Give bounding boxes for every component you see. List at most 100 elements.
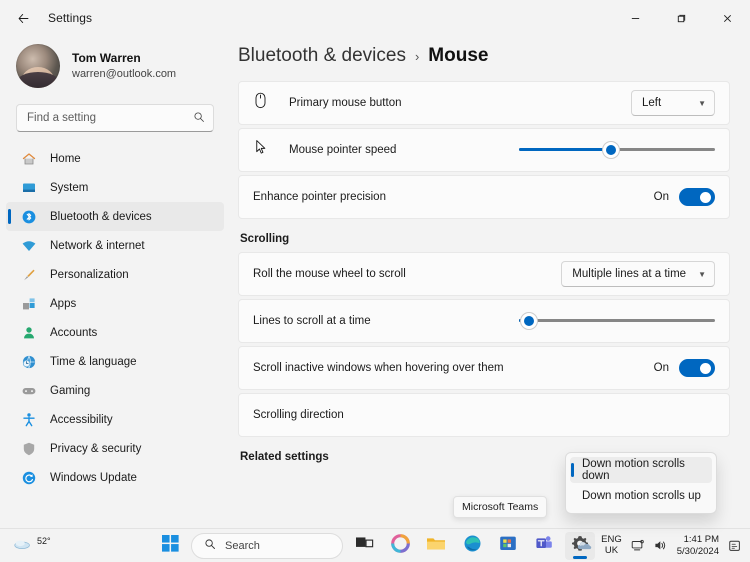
slider-thumb[interactable] [520,313,537,329]
mouse-icon [253,92,273,114]
scroll-inactive-state: On [653,362,669,374]
taskbar-app-microsoft-store[interactable] [493,532,523,560]
sidebar-item-time-language[interactable]: Time & language [6,347,224,376]
lines-to-scroll-slider[interactable] [519,309,715,333]
sidebar-item-label: Privacy & security [50,442,142,455]
primary-mouse-button-dropdown[interactable]: Left ▼ [631,90,715,116]
sidebar-item-home[interactable]: Home [6,144,224,173]
minimize-button[interactable] [612,0,658,36]
enhance-precision-toggle-wrap: On [654,188,715,206]
search-icon [193,111,205,126]
sidebar-item-gaming[interactable]: Gaming [6,376,224,405]
notification-bell-icon[interactable] [728,539,742,553]
mouse-wheel-scroll-row: Roll the mouse wheel to scroll Multiple … [238,252,730,296]
mouse-wheel-scroll-value: Multiple lines at a time [572,268,687,280]
system-icon [20,179,38,197]
pointer-speed-row: Mouse pointer speed [238,128,730,172]
taskbar-search-placeholder: Search [225,539,260,552]
network-icon[interactable] [631,539,645,552]
dropdown-option-down-scrolls-down[interactable]: Down motion scrolls down [570,457,712,483]
sidebar-item-label: Bluetooth & devices [50,210,152,223]
pointer-speed-slider[interactable] [519,138,715,162]
sidebar-item-privacy-security[interactable]: Privacy & security [6,434,224,463]
avatar [16,44,60,88]
back-button[interactable] [8,4,38,32]
sidebar-item-accessibility[interactable]: Accessibility [6,405,224,434]
enhance-precision-state: On [653,191,669,203]
close-button[interactable] [704,0,750,36]
volume-icon[interactable] [654,539,668,552]
lines-to-scroll-row: Lines to scroll at a time [238,299,730,343]
scrolling-direction-dropdown-flyout: Down motion scrolls down Down motion scr… [565,452,717,514]
sidebar-item-personalization[interactable]: Personalization [6,260,224,289]
apps-icon [20,295,38,313]
dropdown-option-down-scrolls-up[interactable]: Down motion scrolls up [570,483,712,509]
primary-mouse-button-label: Primary mouse button [289,97,402,109]
taskbar-weather-widget[interactable]: 52° [12,535,51,556]
close-icon [723,14,731,22]
sidebar-item-bluetooth-devices[interactable]: Bluetooth & devices [6,202,224,231]
weather-temperature: 52° [37,536,51,546]
clock-date: 5/30/2024 [676,545,719,557]
sidebar: Tom Warren warren@outlook.com Find a set… [0,36,230,544]
lines-to-scroll-label: Lines to scroll at a time [253,315,371,327]
sidebar-item-label: Accounts [50,326,98,339]
language-indicator[interactable]: ENG UK [601,534,622,557]
cloud-icon [12,535,34,556]
sidebar-item-label: Home [50,152,81,165]
sidebar-item-network-internet[interactable]: Network & internet [6,231,224,260]
chevron-down-icon: ▼ [698,269,706,279]
scroll-inactive-windows-row: Scroll inactive windows when hovering ov… [238,346,730,390]
edge-icon [463,534,482,558]
mouse-wheel-scroll-dropdown[interactable]: Multiple lines at a time ▼ [561,261,715,287]
account-icon [20,324,38,342]
slider-track [519,319,715,322]
bluetooth-icon [20,208,38,226]
scroll-inactive-toggle[interactable] [679,359,715,377]
back-arrow-icon [18,13,28,23]
sidebar-item-apps[interactable]: Apps [6,289,224,318]
enhance-precision-toggle[interactable] [679,188,715,206]
clock[interactable]: 1:41 PM 5/30/2024 [677,534,719,557]
search-input[interactable] [27,105,193,131]
windows-start-icon [161,534,179,557]
minimize-icon [631,17,639,19]
settings-search-box[interactable] [16,104,214,132]
accessibility-icon [20,411,38,429]
taskbar-app-microsoft-teams[interactable] [529,532,559,560]
sidebar-item-label: Apps [50,297,77,310]
store-icon [499,534,517,557]
taskbar-app-file-explorer[interactable] [421,532,451,560]
teams-icon [535,534,553,557]
clock-time: 1:41 PM [683,534,719,546]
slider-thumb[interactable] [603,142,620,158]
sidebar-item-accounts[interactable]: Accounts [6,318,224,347]
clock-globe-icon [20,353,38,371]
primary-mouse-button-value: Left [642,97,662,109]
profile-text: Tom Warren warren@outlook.com [72,50,176,81]
maximize-button[interactable] [658,0,704,36]
sidebar-item-label: Time & language [50,355,137,368]
task-view-icon [355,535,374,557]
sidebar-item-windows-update[interactable]: Windows Update [6,463,224,492]
primary-mouse-button-row: Primary mouse button Left ▼ [238,81,730,125]
breadcrumb-parent[interactable]: Bluetooth & devices [238,45,406,67]
taskbar-app-task-view[interactable] [349,532,379,560]
taskbar-search-box[interactable]: Search [191,532,343,559]
scroll-inactive-toggle-wrap: On [654,359,715,377]
sidebar-item-system[interactable]: System [6,173,224,202]
search-icon [204,538,216,553]
onedrive-icon[interactable] [577,539,592,552]
profile-email: warren@outlook.com [72,67,177,80]
taskbar-app-copilot[interactable] [385,532,415,560]
user-profile[interactable]: Tom Warren warren@outlook.com [0,36,230,88]
start-button[interactable] [155,532,185,560]
slider-fill [519,148,612,151]
mouse-wheel-scroll-label: Roll the mouse wheel to scroll [253,268,406,280]
cursor-icon [253,139,273,161]
taskbar-app-microsoft-edge[interactable] [457,532,487,560]
copilot-icon [390,533,410,558]
chevron-down-icon: ▼ [698,98,706,108]
taskbar-tooltip: Microsoft Teams [453,496,548,518]
profile-name: Tom Warren [72,51,141,66]
